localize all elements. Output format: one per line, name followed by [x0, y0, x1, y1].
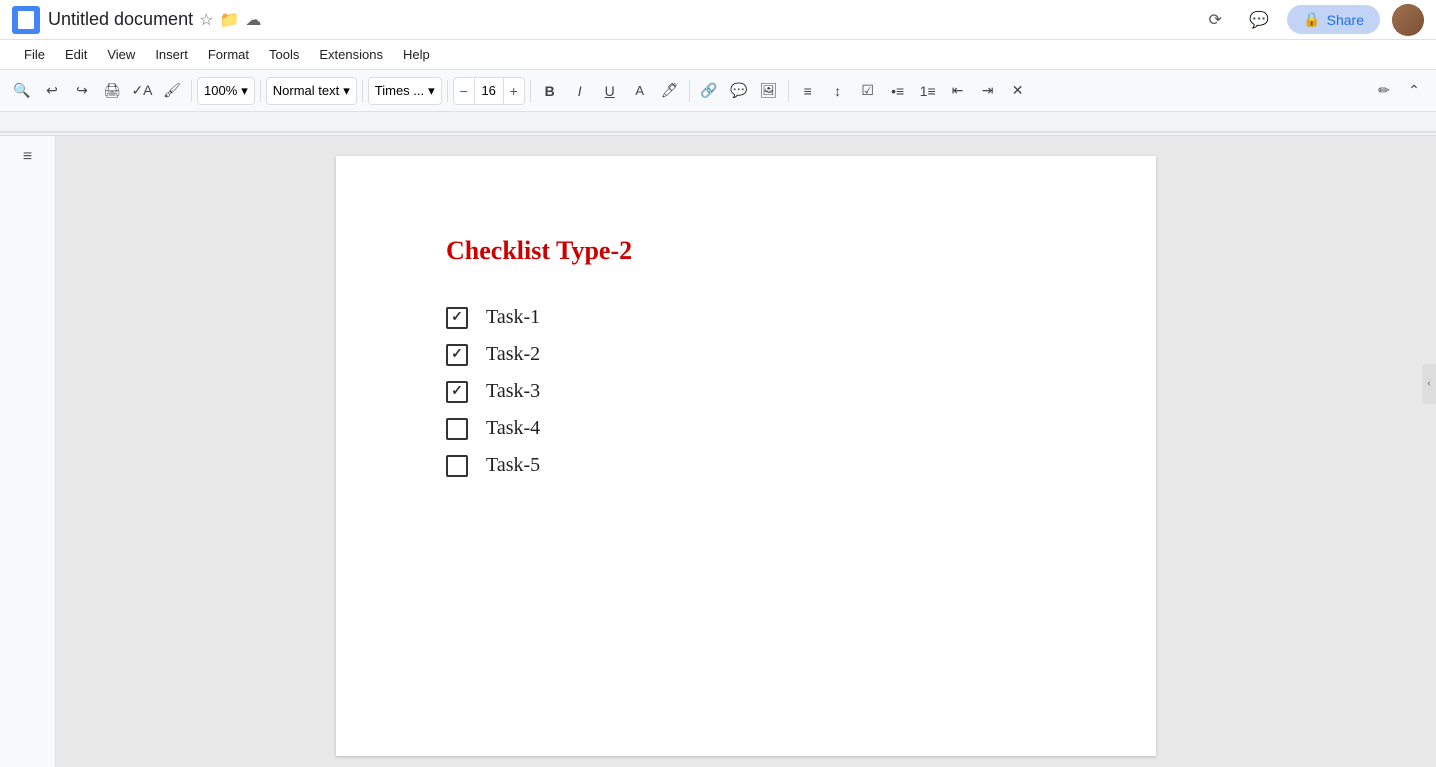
chevron-down-icon: ▾ [428, 83, 435, 99]
menu-edit[interactable]: Edit [57, 45, 95, 64]
header-right: ⟳ 💬 🔒 Share [1199, 4, 1424, 36]
document-title: Checklist Type-2 [446, 236, 1076, 266]
search-button[interactable]: 🔍 [8, 77, 36, 105]
avatar[interactable] [1392, 4, 1424, 36]
sidebar-toggle[interactable]: ‹ [1422, 364, 1436, 404]
zoom-dropdown[interactable]: 100% ▾ [197, 77, 255, 105]
checkbox-2[interactable] [446, 344, 468, 366]
task-label-1: Task-1 [486, 306, 540, 329]
divider-7 [788, 80, 789, 102]
list-item: Task-5 [446, 454, 1076, 477]
checkbox-4[interactable] [446, 418, 468, 440]
divider-3 [362, 80, 363, 102]
image-button[interactable]: 🖼 [755, 77, 783, 105]
bold-button[interactable]: B [536, 77, 564, 105]
line-spacing-button[interactable]: ↕ [824, 77, 852, 105]
cloud-icon[interactable]: ☁ [245, 10, 261, 30]
divider-1 [191, 80, 192, 102]
spellcheck-button[interactable]: ✓A [128, 77, 156, 105]
doc-area: Checklist Type-2 Task-1 Task-2 Task-3 Ta… [56, 136, 1436, 767]
font-size-increase[interactable]: + [504, 77, 524, 105]
history-button[interactable]: ⟳ [1199, 4, 1231, 36]
task-label-5: Task-5 [486, 454, 540, 477]
chevron-down-icon: ▾ [343, 83, 350, 99]
increase-indent-button[interactable]: ⇥ [974, 77, 1002, 105]
italic-button[interactable]: I [566, 77, 594, 105]
redo-button[interactable]: ↪ [68, 77, 96, 105]
folder-icon[interactable]: 📁 [219, 10, 239, 30]
sidebar: ≡ [0, 136, 56, 767]
toolbar: 🔍 ↩ ↪ 🖨 ✓A 🖌 100% ▾ Normal text ▾ Times … [0, 70, 1436, 112]
list-item: Task-2 [446, 343, 1076, 366]
menu-extensions[interactable]: Extensions [311, 45, 391, 64]
share-button[interactable]: 🔒 Share [1287, 5, 1380, 34]
font-size-decrease[interactable]: − [454, 77, 474, 105]
star-icon[interactable]: ☆ [199, 10, 213, 30]
task-label-4: Task-4 [486, 417, 540, 440]
comment-insert-button[interactable]: 💬 [725, 77, 753, 105]
font-size-control: − + [453, 77, 525, 105]
checkbox-1[interactable] [446, 307, 468, 329]
clear-format-button[interactable]: ✕ [1004, 77, 1032, 105]
edit-mode-button[interactable]: ✏ [1370, 77, 1398, 105]
list-item: Task-4 [446, 417, 1076, 440]
list-item: Task-1 [446, 306, 1076, 329]
ruler-svg: // Can't use script inside SVG here; dra… [0, 112, 1436, 136]
expand-button[interactable]: ⌃ [1400, 77, 1428, 105]
checkbox-3[interactable] [446, 381, 468, 403]
text-color-button[interactable]: A [626, 77, 654, 105]
menu-file[interactable]: File [16, 45, 53, 64]
checklist-button[interactable]: ☑ [854, 77, 882, 105]
checklist: Task-1 Task-2 Task-3 Task-4 Task-5 [446, 306, 1076, 477]
ruler: // Can't use script inside SVG here; dra… [0, 112, 1436, 136]
print-button[interactable]: 🖨 [98, 77, 126, 105]
menu-tools[interactable]: Tools [261, 45, 307, 64]
font-family-dropdown[interactable]: Times ... ▾ [368, 77, 442, 105]
page: Checklist Type-2 Task-1 Task-2 Task-3 Ta… [336, 156, 1156, 756]
doc-icon [12, 6, 40, 34]
divider-5 [530, 80, 531, 102]
underline-button[interactable]: U [596, 77, 624, 105]
undo-button[interactable]: ↩ [38, 77, 66, 105]
lock-icon: 🔒 [1303, 11, 1320, 28]
title-bar: Untitled document ☆ 📁 ☁ ⟳ 💬 🔒 Share [0, 0, 1436, 40]
divider-2 [260, 80, 261, 102]
menu-help[interactable]: Help [395, 45, 438, 64]
outline-icon[interactable]: ≡ [23, 148, 32, 166]
doc-title[interactable]: Untitled document [48, 9, 193, 30]
chevron-down-icon: ▾ [241, 83, 248, 99]
main-area: ≡ Checklist Type-2 Task-1 Task-2 Task-3 [0, 136, 1436, 767]
comment-button[interactable]: 💬 [1243, 4, 1275, 36]
menu-format[interactable]: Format [200, 45, 257, 64]
text-style-dropdown[interactable]: Normal text ▾ [266, 77, 357, 105]
numbered-list-button[interactable]: 1≡ [914, 77, 942, 105]
link-button[interactable]: 🔗 [695, 77, 723, 105]
doc-title-area: Untitled document ☆ 📁 ☁ [48, 9, 1199, 30]
decrease-indent-button[interactable]: ⇤ [944, 77, 972, 105]
align-button[interactable]: ≡ [794, 77, 822, 105]
menu-bar: File Edit View Insert Format Tools Exten… [0, 40, 1436, 70]
paint-format-button[interactable]: 🖌 [158, 77, 186, 105]
checkbox-5[interactable] [446, 455, 468, 477]
menu-view[interactable]: View [99, 45, 143, 64]
task-label-2: Task-2 [486, 343, 540, 366]
bullet-list-button[interactable]: •≡ [884, 77, 912, 105]
task-label-3: Task-3 [486, 380, 540, 403]
divider-6 [689, 80, 690, 102]
list-item: Task-3 [446, 380, 1076, 403]
font-size-input[interactable] [474, 77, 504, 105]
menu-insert[interactable]: Insert [147, 45, 196, 64]
highlight-button[interactable]: 🖊 [656, 77, 684, 105]
divider-4 [447, 80, 448, 102]
